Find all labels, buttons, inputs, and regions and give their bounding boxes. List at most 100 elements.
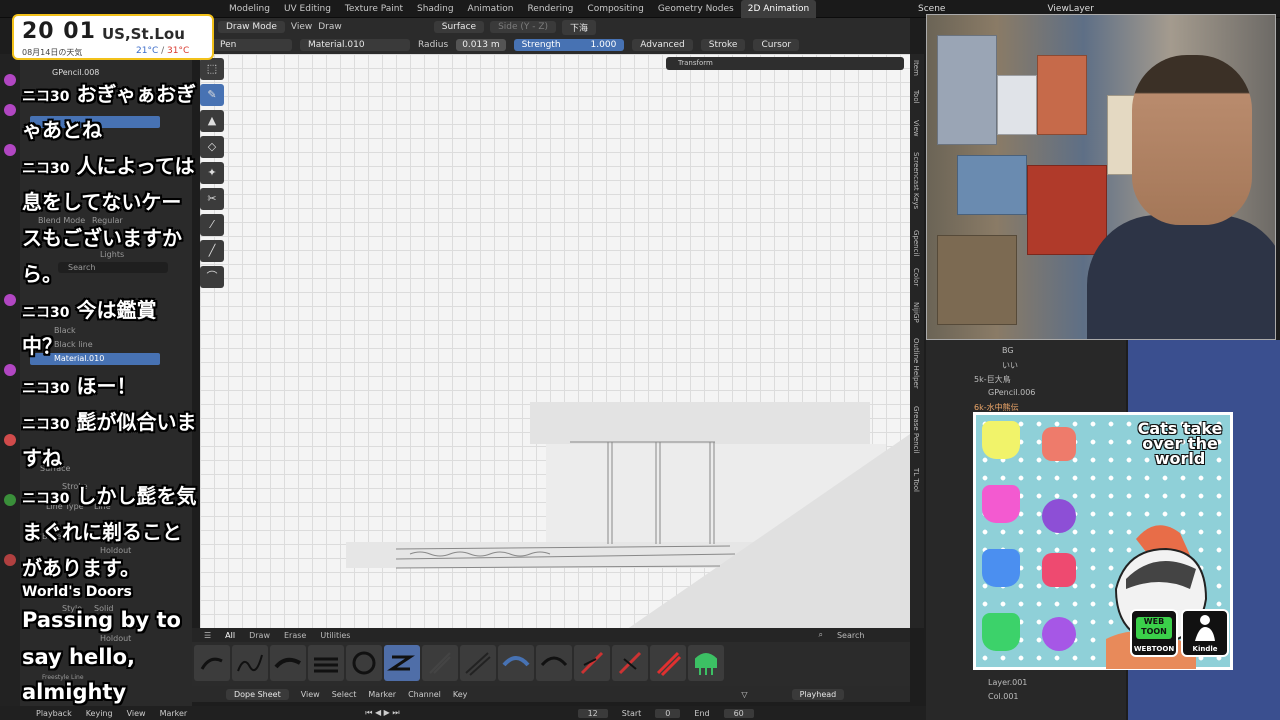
object-tab-icon[interactable] <box>4 364 16 376</box>
data-tab-icon[interactable] <box>4 494 16 506</box>
playback-controls-icon[interactable]: ⏮ ◀ ▶ ⏭ <box>365 708 399 718</box>
drawing-plane-dropdown[interactable]: Side (Y - Z) <box>490 21 557 33</box>
dope-menu-channel[interactable]: Channel <box>408 690 441 699</box>
eyedropper-tool-icon[interactable]: ⁄ <box>200 214 224 236</box>
outliner-item[interactable]: GPencil.006 <box>988 388 1035 397</box>
brush-charcoal[interactable] <box>460 645 496 681</box>
tint-tool-icon[interactable]: ✦ <box>200 162 224 184</box>
timeline-menu-marker[interactable]: Marker <box>160 709 188 718</box>
material-dropdown[interactable]: Material.010 <box>300 39 410 51</box>
dope-menu-marker[interactable]: Marker <box>368 690 396 699</box>
outliner-item[interactable]: Layer.001 <box>988 678 1027 687</box>
radius-field[interactable]: 0.013 m <box>456 39 506 51</box>
mode-dropdown[interactable]: Draw Mode <box>218 21 285 33</box>
sidebar-tab-screencast-keys[interactable]: Screencast Keys <box>912 152 920 209</box>
viewport-canvas[interactable] <box>200 54 910 634</box>
strength-slider[interactable]: Strength 1.000 <box>513 39 625 51</box>
brush-smudge[interactable] <box>536 645 572 681</box>
tab-animation[interactable]: Animation <box>461 0 521 18</box>
viewport-menu-view[interactable]: View <box>291 22 312 32</box>
line-tool-icon[interactable]: ╱ <box>200 240 224 262</box>
brush-dropdown[interactable]: Pen <box>212 39 292 51</box>
sidebar-tab-tl-tool[interactable]: TL Tool <box>912 468 920 492</box>
brush-blend[interactable] <box>498 645 534 681</box>
tab-compositing[interactable]: Compositing <box>580 0 650 18</box>
palette-tab-all[interactable]: All <box>225 631 235 640</box>
tab-texture-paint[interactable]: Texture Paint <box>338 0 410 18</box>
start-frame-field[interactable]: 0 <box>655 708 681 718</box>
transform-panel-header[interactable]: Transform <box>666 57 904 70</box>
tab-uv-editing[interactable]: UV Editing <box>277 0 338 18</box>
sidebar-tab-item[interactable]: Item <box>912 60 920 76</box>
dope-menu-key[interactable]: Key <box>453 690 468 699</box>
brush-pencil[interactable] <box>194 645 230 681</box>
stroke-placement-dropdown[interactable]: Surface <box>433 21 485 33</box>
advanced-dropdown[interactable]: Advanced <box>632 39 693 51</box>
origin-dropdown[interactable]: 下海 <box>562 19 597 35</box>
sidebar-tab-gpencil[interactable]: Gpencil <box>912 230 920 256</box>
ad-title: Cats take over the world <box>1137 419 1223 468</box>
brush-chisel[interactable] <box>308 645 344 681</box>
render-tab-icon[interactable] <box>4 74 16 86</box>
stroke-dropdown[interactable]: Stroke <box>700 39 746 51</box>
outliner-item[interactable]: 5k-巨大鳥 <box>974 374 1011 385</box>
current-frame-field[interactable]: 12 <box>577 708 608 718</box>
world-tab-icon[interactable] <box>4 294 16 306</box>
output-tab-icon[interactable] <box>4 104 16 116</box>
viewport-menu-draw[interactable]: Draw <box>318 22 342 32</box>
brush-ink[interactable] <box>232 645 268 681</box>
sidebar-tab-tool[interactable]: Tool <box>912 90 920 104</box>
editor-type-dropdown[interactable]: Dope Sheet <box>226 688 289 700</box>
tab-2d-animation[interactable]: 2D Animation <box>740 0 817 18</box>
brush-erase-point[interactable] <box>650 645 686 681</box>
kindle-badge[interactable]: Kindle <box>1181 609 1229 657</box>
tab-modeling[interactable]: Modeling <box>222 0 277 18</box>
tab-geometry-nodes[interactable]: Geometry Nodes <box>651 0 741 18</box>
fill-tool-icon[interactable]: ▲ <box>200 110 224 132</box>
constraints-tab-icon[interactable] <box>4 554 16 566</box>
outliner-item[interactable]: BG <box>1002 346 1014 355</box>
filter-icon[interactable]: ▽ <box>741 690 747 699</box>
timeline-menu-view[interactable]: View <box>127 709 146 718</box>
cutter-tool-icon[interactable]: ✂ <box>200 188 224 210</box>
sidebar-tab-color[interactable]: Color <box>912 268 920 286</box>
sidebar-tab-grease-pencil[interactable]: Grease Pencil <box>912 406 920 453</box>
outliner-item[interactable]: Col.001 <box>988 692 1019 701</box>
object-name[interactable]: GPencil.008 <box>52 68 99 77</box>
timeline-menu-playback[interactable]: Playback <box>36 709 72 718</box>
dope-menu-select[interactable]: Select <box>332 690 357 699</box>
timeline-menu-keying[interactable]: Keying <box>86 709 113 718</box>
sidebar-tab-nijigp[interactable]: NijiGP <box>912 302 920 323</box>
palette-search-input[interactable]: Search <box>837 631 864 640</box>
view-layer-label[interactable]: ViewLayer <box>1047 4 1093 14</box>
curve-tool-icon[interactable]: ⌒ <box>200 266 224 288</box>
dope-menu-view[interactable]: View <box>301 690 320 699</box>
sidebar-tab-outline-helper[interactable]: Outline Helper <box>912 338 920 389</box>
cursor-dropdown[interactable]: Cursor <box>753 39 800 51</box>
brush-pencil-soft[interactable] <box>422 645 458 681</box>
tab-shading[interactable]: Shading <box>410 0 461 18</box>
brush-erase-soft[interactable] <box>612 645 648 681</box>
tab-rendering[interactable]: Rendering <box>520 0 580 18</box>
erase-tool-icon[interactable]: ◇ <box>200 136 224 158</box>
end-frame-field[interactable]: 60 <box>723 708 754 718</box>
brush-pen-selected[interactable] <box>384 645 420 681</box>
brush-airbrush[interactable] <box>346 645 382 681</box>
brush-marker[interactable] <box>270 645 306 681</box>
material-tab-icon[interactable] <box>4 434 16 446</box>
brush-erase-hard[interactable] <box>574 645 610 681</box>
palette-tab-utilities[interactable]: Utilities <box>320 631 350 640</box>
material-search-input[interactable]: Search <box>58 262 168 273</box>
scene-label[interactable]: Scene <box>918 4 945 14</box>
scene-tab-icon[interactable] <box>4 144 16 156</box>
draw-tool-icon[interactable]: ✎ <box>200 84 224 106</box>
outliner-item[interactable]: いい <box>1002 360 1018 371</box>
select-tool-icon[interactable]: ⬚ <box>200 58 224 80</box>
palette-tab-draw[interactable]: Draw <box>249 631 270 640</box>
brush-fill[interactable] <box>688 645 724 681</box>
sidebar-tab-view[interactable]: View <box>912 120 920 137</box>
webtoon-badge[interactable]: WEB TOON WEBTOON <box>1130 609 1178 657</box>
playhead-dropdown[interactable]: Playhead <box>791 688 845 700</box>
palette-menu-icon[interactable]: ☰ <box>204 631 211 640</box>
palette-tab-erase[interactable]: Erase <box>284 631 306 640</box>
